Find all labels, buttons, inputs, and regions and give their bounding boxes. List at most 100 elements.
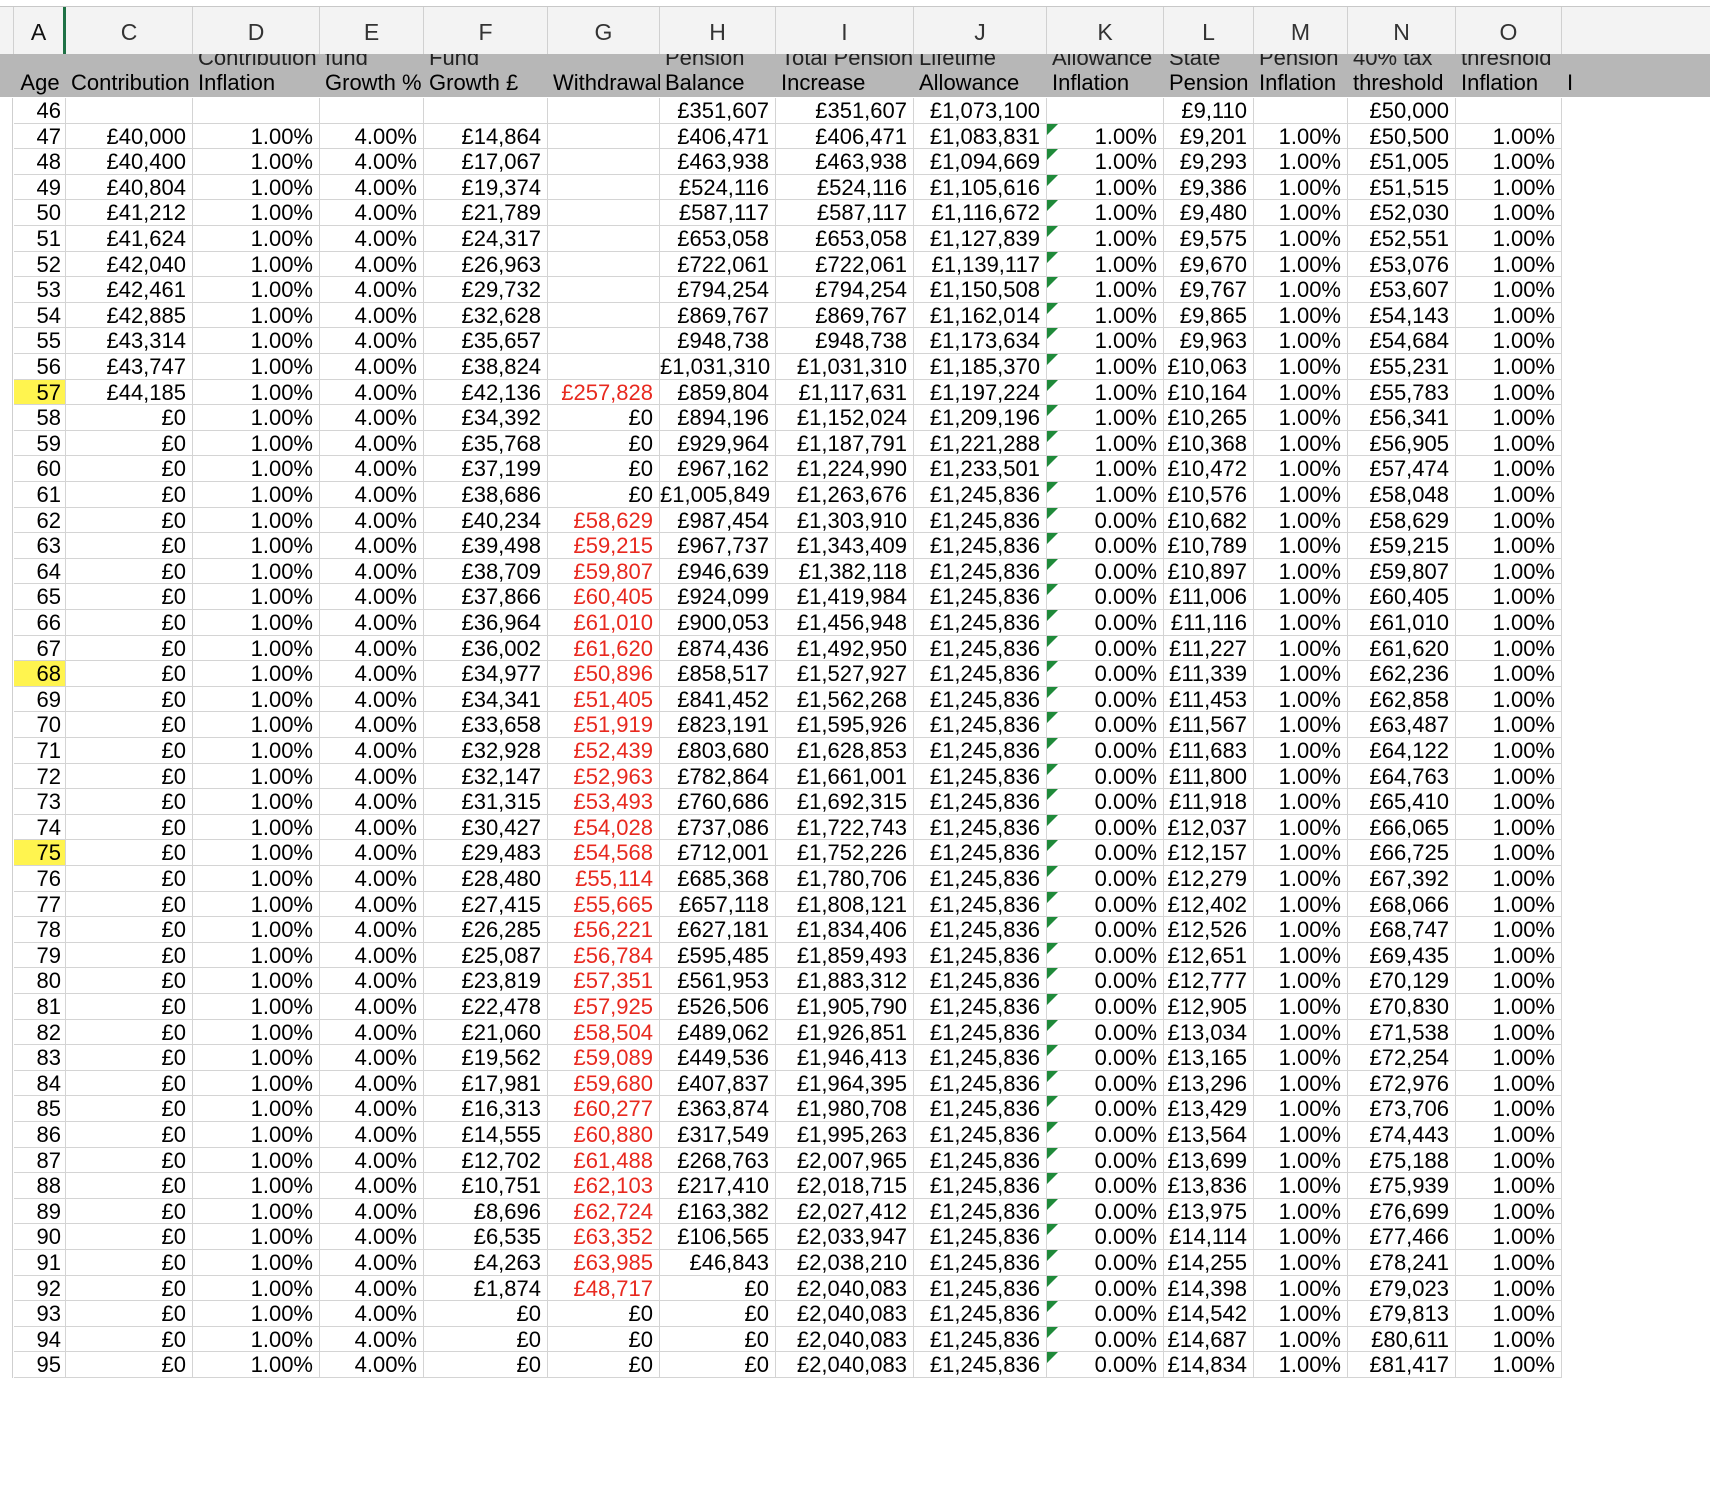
cell-e[interactable]: 4.00% <box>320 174 424 201</box>
cell-j[interactable]: £1,209,196 <box>914 405 1047 431</box>
cell-i[interactable]: £1,456,948 <box>776 610 914 636</box>
cell-f[interactable]: £42,136 <box>424 379 548 406</box>
cell-n[interactable]: £53,076 <box>1348 251 1456 278</box>
cell-m[interactable]: 1.00% <box>1254 1250 1348 1276</box>
cell-e[interactable]: 4.00% <box>320 328 424 354</box>
cell-n[interactable]: £54,684 <box>1348 328 1456 354</box>
cell-l[interactable]: £11,116 <box>1164 610 1254 636</box>
cell-g[interactable] <box>548 277 660 303</box>
cell-a[interactable]: 49 <box>14 174 66 201</box>
cell-o[interactable]: 1.00% <box>1456 251 1562 278</box>
cell-h[interactable]: £106,565 <box>660 1224 776 1250</box>
cell-n[interactable]: £55,783 <box>1348 379 1456 406</box>
cell-i[interactable]: £1,117,631 <box>776 379 914 406</box>
cell-k[interactable]: 1.00% <box>1047 430 1164 457</box>
cell-i[interactable]: £1,926,851 <box>776 1019 914 1046</box>
cell-i[interactable]: £351,607 <box>776 98 914 124</box>
cell-l[interactable]: £11,918 <box>1164 789 1254 815</box>
cell-c[interactable]: £0 <box>66 1122 193 1148</box>
cell-e[interactable]: 4.00% <box>320 712 424 738</box>
cell-e[interactable]: 4.00% <box>320 840 424 866</box>
cell-c[interactable]: £41,212 <box>66 200 193 226</box>
cell-d[interactable]: 1.00% <box>193 635 320 662</box>
cell-i[interactable]: £1,595,926 <box>776 712 914 738</box>
cell-k[interactable]: 0.00% <box>1047 1198 1164 1225</box>
cell-d[interactable]: 1.00% <box>193 584 320 610</box>
cell-g[interactable]: £51,405 <box>548 686 660 713</box>
cell-a[interactable]: 64 <box>14 558 66 585</box>
cell-l[interactable]: £13,429 <box>1164 1096 1254 1122</box>
cell-m[interactable]: 1.00% <box>1254 942 1348 969</box>
cell-k[interactable]: 0.00% <box>1047 1096 1164 1122</box>
row-header-stub[interactable] <box>0 917 13 943</box>
cell-f[interactable]: £21,789 <box>424 200 548 226</box>
cell-f[interactable]: £29,732 <box>424 277 548 303</box>
cell-n[interactable]: £72,976 <box>1348 1070 1456 1097</box>
cell-m[interactable]: 1.00% <box>1254 584 1348 610</box>
cell-k[interactable]: 0.00% <box>1047 1045 1164 1071</box>
cell-k[interactable]: 1.00% <box>1047 328 1164 354</box>
cell-h[interactable]: £841,452 <box>660 686 776 713</box>
cell-c[interactable]: £0 <box>66 789 193 815</box>
cell-n[interactable]: £64,763 <box>1348 763 1456 790</box>
cell-h[interactable]: £987,454 <box>660 507 776 534</box>
row-header-stub[interactable] <box>0 430 13 457</box>
cell-c[interactable]: £42,040 <box>66 251 193 278</box>
cell-d[interactable]: 1.00% <box>193 917 320 943</box>
cell-o[interactable]: 1.00% <box>1456 149 1562 175</box>
cell-o[interactable]: 1.00% <box>1456 507 1562 534</box>
cell-i[interactable]: £1,964,395 <box>776 1070 914 1097</box>
column-header-o[interactable]: O <box>1456 7 1562 54</box>
cell-k[interactable]: 0.00% <box>1047 661 1164 687</box>
cell-a[interactable]: 89 <box>14 1198 66 1225</box>
cell-d[interactable]: 1.00% <box>193 1301 320 1327</box>
cell-k[interactable]: 0.00% <box>1047 1275 1164 1302</box>
cell-l[interactable]: £13,165 <box>1164 1045 1254 1071</box>
cell-h[interactable]: £0 <box>660 1352 776 1378</box>
cell-a[interactable]: 58 <box>14 405 66 431</box>
cell-i[interactable]: £1,628,853 <box>776 738 914 764</box>
cell-e[interactable]: 4.00% <box>320 558 424 585</box>
cell-m[interactable]: 1.00% <box>1254 686 1348 713</box>
cell-k[interactable]: 0.00% <box>1047 1122 1164 1148</box>
cell-c[interactable]: £0 <box>66 584 193 610</box>
header-allowance[interactable]: Lifetime Allowance <box>914 54 1047 97</box>
cell-n[interactable]: £70,830 <box>1348 994 1456 1020</box>
header-balance[interactable]: Pension Balance <box>660 54 776 97</box>
cell-o[interactable]: 1.00% <box>1456 866 1562 892</box>
cell-e[interactable]: 4.00% <box>320 456 424 482</box>
cell-a[interactable]: 92 <box>14 1275 66 1302</box>
row-header-stub[interactable] <box>0 738 13 764</box>
cell-j[interactable]: £1,245,836 <box>914 994 1047 1020</box>
row-header-stub[interactable] <box>0 200 13 226</box>
cell-d[interactable]: 1.00% <box>193 533 320 559</box>
cell-n[interactable]: £73,706 <box>1348 1096 1456 1122</box>
cell-f[interactable]: £6,535 <box>424 1224 548 1250</box>
cell-a[interactable]: 80 <box>14 968 66 994</box>
column-header-m[interactable]: M <box>1254 7 1348 54</box>
cell-e[interactable]: 4.00% <box>320 1096 424 1122</box>
cell-f[interactable]: £35,657 <box>424 328 548 354</box>
cell-e[interactable]: 4.00% <box>320 1173 424 1199</box>
cell-a[interactable]: 84 <box>14 1070 66 1097</box>
cell-c[interactable]: £0 <box>66 840 193 866</box>
cell-e[interactable]: 4.00% <box>320 507 424 534</box>
cell-l[interactable]: £10,063 <box>1164 354 1254 380</box>
cell-a[interactable]: 63 <box>14 533 66 559</box>
cell-o[interactable]: 1.00% <box>1456 1147 1562 1174</box>
cell-k[interactable]: 0.00% <box>1047 1326 1164 1353</box>
cell-g[interactable]: £0 <box>548 1301 660 1327</box>
cell-l[interactable]: £10,164 <box>1164 379 1254 406</box>
cell-d[interactable]: 1.00% <box>193 277 320 303</box>
cell-d[interactable]: 1.00% <box>193 1352 320 1378</box>
row-header-stub[interactable] <box>0 405 13 431</box>
cell-j[interactable]: £1,083,831 <box>914 123 1047 150</box>
cell-l[interactable]: £14,834 <box>1164 1352 1254 1378</box>
cell-d[interactable]: 1.00% <box>193 1096 320 1122</box>
cell-n[interactable]: £51,005 <box>1348 149 1456 175</box>
cell-g[interactable] <box>548 328 660 354</box>
cell-f[interactable]: £0 <box>424 1352 548 1378</box>
cell-j[interactable]: £1,162,014 <box>914 302 1047 329</box>
cell-c[interactable]: £43,747 <box>66 354 193 380</box>
cell-f[interactable]: £33,658 <box>424 712 548 738</box>
